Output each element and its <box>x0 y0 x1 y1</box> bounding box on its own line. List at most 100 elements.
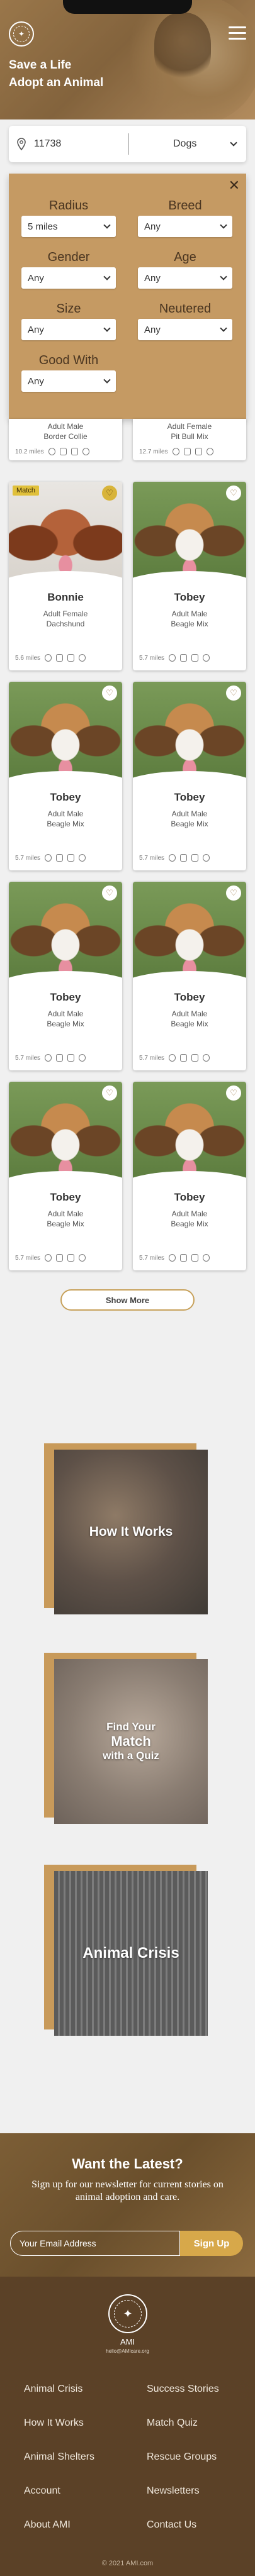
user-icon <box>71 448 78 455</box>
user-icon <box>67 1254 75 1262</box>
document-icon <box>56 1054 64 1062</box>
paw-icon <box>203 654 210 662</box>
feature-how-it-works[interactable]: How It Works <box>44 1443 217 1619</box>
gender-select[interactable]: Any <box>21 267 116 289</box>
heart-icon[interactable]: ♡ <box>102 686 117 701</box>
good-with-select[interactable]: Any <box>21 370 116 392</box>
chevron-down-icon <box>103 273 111 280</box>
document-icon <box>183 448 191 455</box>
feature-match-quiz[interactable]: Find Your Match with a Quiz <box>44 1653 217 1829</box>
newsletter-section: Want the Latest? Sign up for our newslet… <box>0 2133 255 2277</box>
document-icon <box>180 1054 188 1062</box>
chevron-down-icon <box>220 273 227 280</box>
pet-distance: 5.7 miles <box>15 854 41 862</box>
paw-icon: ✦ <box>114 2300 142 2328</box>
pet-photo: ♡ <box>9 1082 122 1184</box>
footer-link-animal-crisis[interactable]: Animal Crisis <box>24 2384 82 2395</box>
pet-distance: 5.7 miles <box>15 1254 41 1262</box>
pet-card[interactable]: ♡ Tobey Adult Male Beagle Mix 5.7 miles <box>9 1082 122 1270</box>
feature-animal-crisis[interactable]: Animal Crisis <box>44 1865 217 2041</box>
filter-neutered: Neutered Any <box>138 302 232 340</box>
pet-card[interactable]: Match ♡ Bonnie Adult Female Dachshund 5.6 mil… <box>9 482 122 670</box>
heart-icon[interactable]: ♡ <box>226 1085 241 1101</box>
size-select[interactable]: Any <box>21 319 116 340</box>
pet-photo: ♡ <box>9 882 122 984</box>
close-icon[interactable]: ✕ <box>229 177 240 194</box>
pet-card[interactable]: ♡ Tobey Adult Male Beagle Mix 5.7 miles <box>9 882 122 1070</box>
feature-image: Animal Crisis <box>54 1871 208 2036</box>
search-bar: 11738 Dogs <box>9 126 246 162</box>
footer-brand: AMI <box>120 2337 135 2346</box>
footer-link-success-stories[interactable]: Success Stories <box>147 2384 219 2395</box>
footer-link-account[interactable]: Account <box>24 2485 60 2497</box>
footer-link-match-quiz[interactable]: Match Quiz <box>147 2418 198 2429</box>
location-icon <box>45 1254 52 1262</box>
pet-meta: 5.7 miles <box>139 1054 241 1062</box>
pet-meta: 5.6 miles <box>15 654 117 662</box>
show-more-button[interactable]: Show More <box>60 1289 195 1311</box>
footer-link-how-it-works[interactable]: How It Works <box>24 2418 84 2429</box>
location-icon <box>48 448 55 455</box>
heart-icon[interactable]: ♡ <box>102 486 117 501</box>
pet-card[interactable]: ♡ Tobey Adult Male Beagle Mix 5.7 miles <box>133 882 246 1070</box>
pet-description: Adult Male Beagle Mix <box>171 609 208 628</box>
menu-button[interactable] <box>229 26 246 40</box>
heart-icon[interactable]: ♡ <box>102 1085 117 1101</box>
document-icon <box>56 854 64 862</box>
pet-card-partial[interactable]: Adult Male Border Collie 10.2 miles <box>9 419 122 460</box>
footer-link-rescue-groups[interactable]: Rescue Groups <box>147 2451 217 2463</box>
paw-icon <box>79 654 86 662</box>
pet-card[interactable]: ♡ Tobey Adult Male Beagle Mix 5.7 miles <box>133 482 246 670</box>
pet-meta: 5.7 miles <box>139 854 241 862</box>
paw-icon <box>82 448 89 455</box>
pet-distance: 5.6 miles <box>15 654 41 662</box>
pet-distance: 5.7 miles <box>139 1054 165 1062</box>
breed-select[interactable]: Any <box>138 216 232 237</box>
pet-description: Adult Male Beagle Mix <box>47 1009 84 1028</box>
footer-logo[interactable]: ✦ <box>108 2294 147 2333</box>
pet-photo: ♡ <box>133 882 246 984</box>
footer-link-about-ami[interactable]: About AMI <box>24 2519 71 2531</box>
age-select[interactable]: Any <box>138 267 232 289</box>
paw-icon <box>79 854 86 862</box>
heart-icon[interactable]: ♡ <box>226 486 241 501</box>
ami-logo[interactable]: ✦ <box>9 21 34 47</box>
heart-icon[interactable]: ♡ <box>226 886 241 901</box>
filter-size: Size Any <box>21 302 116 340</box>
pet-description: Adult Male Beagle Mix <box>47 809 84 828</box>
chevron-down-icon <box>103 376 111 384</box>
match-badge: Match <box>13 486 39 496</box>
pet-name: Tobey <box>174 1191 205 1203</box>
heart-icon[interactable]: ♡ <box>226 686 241 701</box>
species-select[interactable]: Dogs <box>129 138 246 150</box>
pet-meta: 5.7 miles <box>15 1254 117 1262</box>
pet-name: Tobey <box>50 791 81 803</box>
user-icon <box>191 1054 199 1062</box>
zip-input[interactable]: 11738 <box>34 138 128 150</box>
pet-meta: 5.7 miles <box>15 854 117 862</box>
document-icon <box>180 854 188 862</box>
neutered-select[interactable]: Any <box>138 319 232 340</box>
pet-photo: ♡ <box>133 682 246 784</box>
email-field[interactable]: Your Email Address <box>10 2231 180 2256</box>
heart-icon[interactable]: ♡ <box>102 886 117 901</box>
pet-card[interactable]: ♡ Tobey Adult Male Beagle Mix 5.7 miles <box>133 682 246 870</box>
document-icon <box>180 654 188 662</box>
pet-distance: 5.7 miles <box>139 854 165 862</box>
pet-card[interactable]: ♡ Tobey Adult Male Beagle Mix 5.7 miles <box>9 682 122 870</box>
pet-meta: 5.7 miles <box>15 1054 117 1062</box>
footer-link-animal-shelters[interactable]: Animal Shelters <box>24 2451 94 2463</box>
pet-name: Bonnie <box>47 591 84 603</box>
chevron-down-icon <box>220 325 227 332</box>
pet-card-partial[interactable]: Adult Female Pit Bull Mix 12.7 miles <box>133 419 246 460</box>
feature-image: Find Your Match with a Quiz <box>54 1659 208 1824</box>
newsletter-title: Want the Latest? <box>72 2156 183 2172</box>
footer-link-contact-us[interactable]: Contact Us <box>147 2519 196 2531</box>
copyright: © 2021 AMI.com <box>101 2560 154 2567</box>
location-pin-icon <box>9 138 34 150</box>
footer-link-newsletters[interactable]: Newsletters <box>147 2485 200 2497</box>
pet-card[interactable]: ♡ Tobey Adult Male Beagle Mix 5.7 miles <box>133 1082 246 1270</box>
radius-select[interactable]: 5 miles <box>21 216 116 237</box>
sign-up-button[interactable]: Sign Up <box>180 2231 243 2256</box>
newsletter-subtitle: Sign up for our newsletter for current s… <box>31 2179 224 2202</box>
